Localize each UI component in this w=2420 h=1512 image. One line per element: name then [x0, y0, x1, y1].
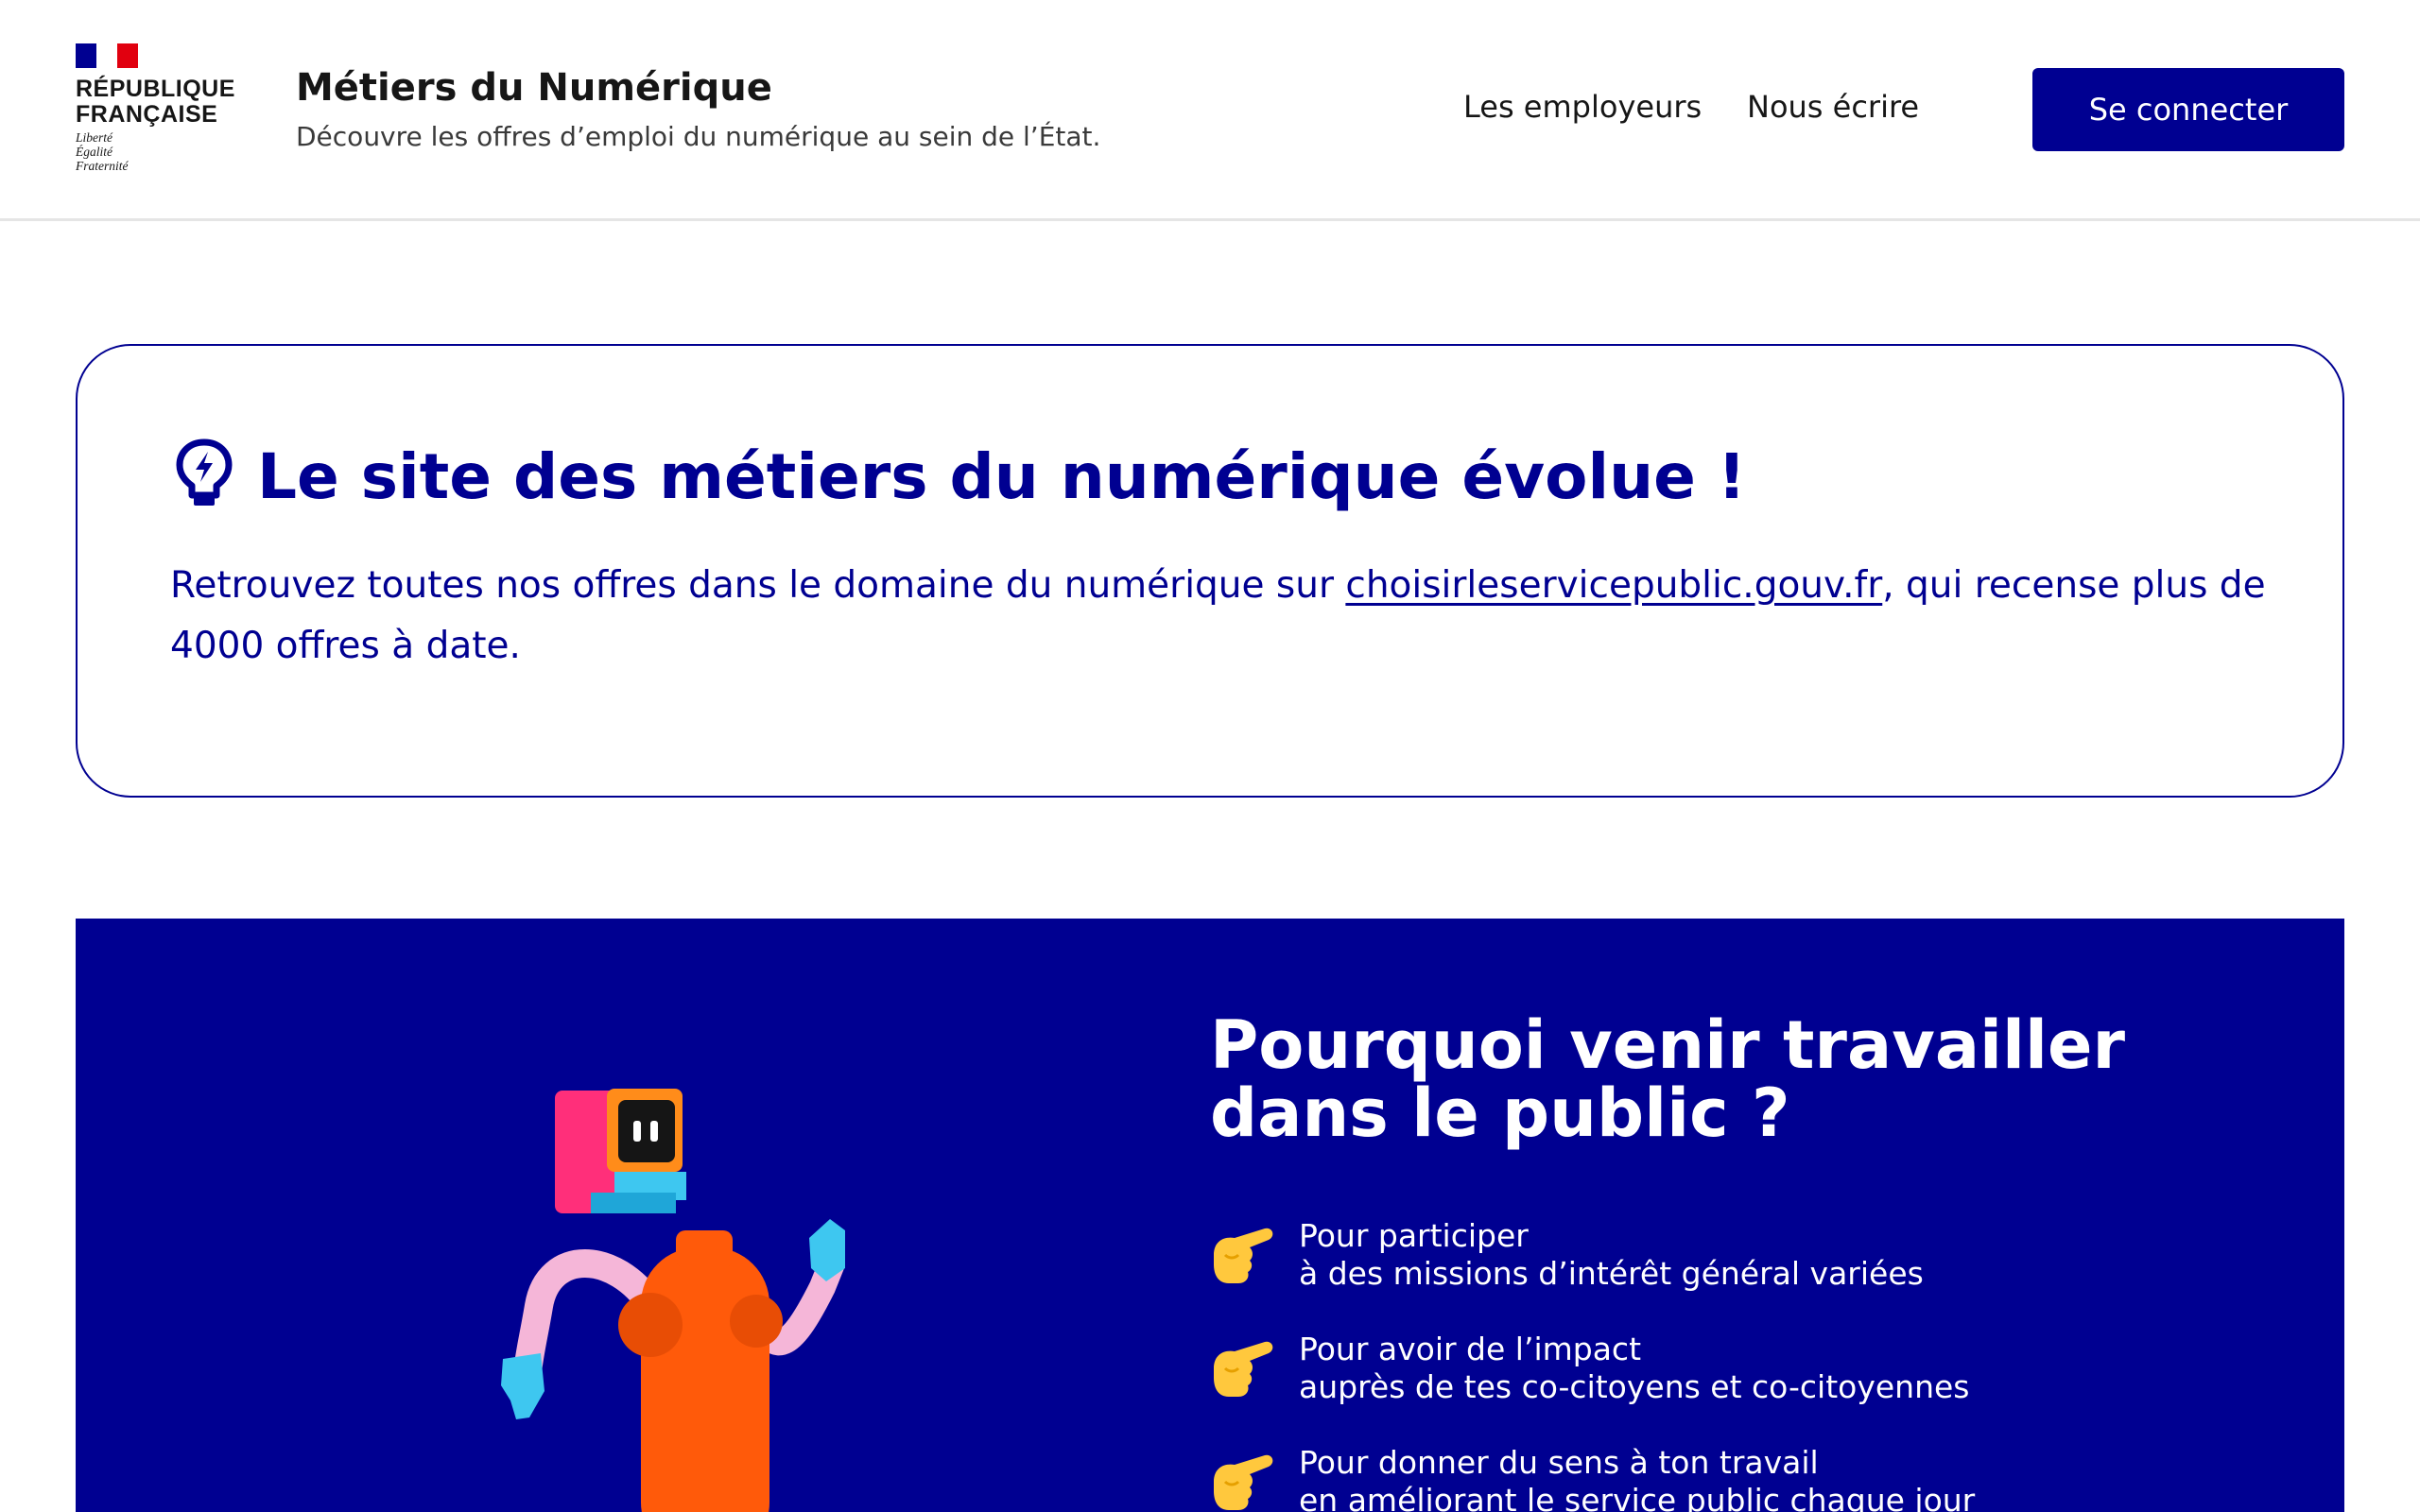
notice-text: Retrouvez toutes nos offres dans le doma… [170, 556, 2307, 677]
notice-text-before: Retrouvez toutes nos offres dans le doma… [170, 564, 1346, 607]
logo-name-line-2: FRANÇAISE [76, 101, 218, 128]
why-list-item: Pour donner du sens à ton travail en amé… [1206, 1444, 2246, 1512]
robot-illustration [501, 1089, 845, 1512]
choisir-service-public-link[interactable]: choisirleservicepublic.gouv.fr [1345, 564, 1882, 607]
lightbulb-flash-icon [176, 438, 233, 506]
pointing-hand-icon [1214, 1228, 1273, 1283]
why-item-line-1: Pour participer [1299, 1217, 1529, 1254]
why-public-section: Pourquoi venir travailler dans le public… [76, 919, 2344, 1512]
logo-motto: Liberté Égalité Fraternité [76, 130, 129, 173]
pointing-hand-icon [1214, 1454, 1273, 1510]
why-item-line-2: auprès de tes co-citoyens et co-citoyenn… [1299, 1368, 1970, 1405]
login-button[interactable]: Se connecter [2032, 68, 2344, 151]
pointing-hand-icon [1214, 1341, 1273, 1397]
nav-link-contact[interactable]: Nous écrire [1747, 89, 1919, 125]
why-title: Pourquoi venir travailler dans le public… [1210, 1011, 2125, 1147]
site-header: RÉPUBLIQUE FRANÇAISE Liberté Égalité Fra… [0, 0, 2420, 221]
why-item-line-1: Pour avoir de l’impact [1299, 1331, 1642, 1367]
logo-name-line-1: RÉPUBLIQUE [76, 76, 235, 102]
why-title-line-2: dans le public ? [1210, 1074, 1790, 1152]
why-item-line-1: Pour donner du sens à ton travail [1299, 1444, 1819, 1481]
logo-name: RÉPUBLIQUE FRANÇAISE [76, 77, 235, 128]
why-item-line-2: en améliorant le service public chaque j… [1299, 1482, 1976, 1512]
republique-francaise-logo[interactable]: RÉPUBLIQUE FRANÇAISE Liberté Égalité Fra… [76, 43, 234, 185]
why-title-line-1: Pourquoi venir travailler [1210, 1006, 2126, 1084]
marianne-flag-icon [76, 43, 138, 68]
site-title[interactable]: Métiers du Numérique [296, 66, 772, 110]
site-tagline: Découvre les offres d’emploi du numériqu… [296, 121, 1101, 152]
nav-link-employers[interactable]: Les employeurs [1463, 89, 1702, 125]
notice-title: Le site des métiers du numérique évolue … [257, 440, 1746, 513]
why-list-item: Pour avoir de l’impact auprès de tes co-… [1206, 1331, 2246, 1416]
motto-line-2: Égalité [76, 145, 112, 159]
notice-banner: Le site des métiers du numérique évolue … [76, 344, 2344, 798]
why-item-line-2: à des missions d’intérêt général variées [1299, 1255, 1924, 1292]
motto-line-3: Fraternité [76, 159, 129, 173]
why-list-item: Pour participer à des missions d’intérêt… [1206, 1217, 2246, 1302]
motto-line-1: Liberté [76, 130, 112, 145]
